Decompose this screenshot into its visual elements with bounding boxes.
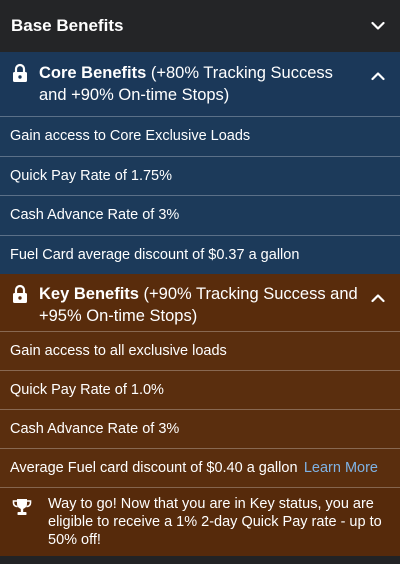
core-benefits-title: Core Benefits xyxy=(39,64,147,82)
chevron-down-icon[interactable] xyxy=(370,18,386,34)
list-item: Average Fuel card discount of $0.40 a ga… xyxy=(0,448,400,487)
key-benefit-exclusive-loads: Gain access to all exclusive loads xyxy=(10,343,227,359)
list-item: Quick Pay Rate of 1.0% xyxy=(0,370,400,409)
key-benefits-heading: Key Benefits (+90% Tracking Success and … xyxy=(39,283,386,327)
list-item: Cash Advance Rate of 3% xyxy=(0,195,400,235)
key-benefit-cash-advance: Cash Advance Rate of 3% xyxy=(10,421,180,437)
list-item: Fuel Card average discount of $0.37 a ga… xyxy=(0,234,400,275)
list-item: Quick Pay Rate of 1.75% xyxy=(0,155,400,196)
lock-icon xyxy=(13,63,27,82)
list-item: Gain access to Core Exclusive Loads xyxy=(0,116,400,156)
core-benefit-cash-advance: Cash Advance Rate of 3% xyxy=(10,207,180,224)
learn-more-link[interactable]: Learn More xyxy=(304,460,390,476)
key-status-message: Way to go! Now that you are in Key statu… xyxy=(0,487,400,556)
base-benefits-title: Base Benefits xyxy=(11,16,124,35)
bottom-divider xyxy=(0,556,400,564)
base-benefits-header[interactable]: Base Benefits xyxy=(0,0,400,52)
core-benefit-fuel-card: Fuel Card average discount of $0.37 a ga… xyxy=(10,246,300,263)
key-benefits-header[interactable]: Key Benefits (+90% Tracking Success and … xyxy=(0,274,400,331)
list-item: Gain access to all exclusive loads xyxy=(0,331,400,370)
core-benefit-quick-pay: Quick Pay Rate of 1.75% xyxy=(10,167,172,184)
list-item: Cash Advance Rate of 3% xyxy=(0,409,400,448)
core-benefits-heading: Core Benefits (+80% Tracking Success and… xyxy=(39,62,386,106)
lock-icon xyxy=(13,284,27,303)
chevron-up-icon[interactable] xyxy=(370,68,386,84)
key-benefits-section: Key Benefits (+90% Tracking Success and … xyxy=(0,274,400,487)
trophy-icon xyxy=(12,499,32,515)
key-benefits-title: Key Benefits xyxy=(39,285,139,303)
key-benefit-fuel-card: Average Fuel card discount of $0.40 a ga… xyxy=(10,460,298,476)
chevron-up-icon[interactable] xyxy=(370,290,386,306)
core-benefits-header[interactable]: Core Benefits (+80% Tracking Success and… xyxy=(0,52,400,116)
core-benefit-exclusive-loads: Gain access to Core Exclusive Loads xyxy=(10,128,251,145)
key-status-text: Way to go! Now that you are in Key statu… xyxy=(48,496,382,548)
core-benefits-section: Core Benefits (+80% Tracking Success and… xyxy=(0,52,400,274)
key-benefit-quick-pay: Quick Pay Rate of 1.0% xyxy=(10,382,164,398)
